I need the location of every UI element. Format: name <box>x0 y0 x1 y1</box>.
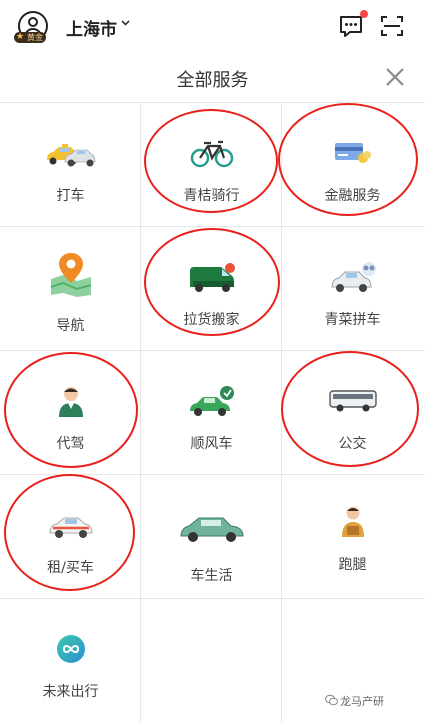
city-selector[interactable]: 上海市 <box>66 15 117 40</box>
service-label: 拉货搬家 <box>183 312 240 328</box>
service-label: 车生活 <box>190 568 233 584</box>
service-rent-buy-car[interactable]: 租/买车 <box>0 475 141 599</box>
service-label: 跑腿 <box>338 557 367 573</box>
wechat-icon <box>325 694 338 706</box>
service-label: 青桔骑行 <box>183 188 240 204</box>
service-label: 打车 <box>56 188 85 204</box>
delivery-van-icon <box>189 263 235 292</box>
message-icon[interactable] <box>339 14 363 38</box>
top-bar: ★ 黄金 上海市 <box>0 0 425 52</box>
service-future-mobility[interactable]: 未来出行 <box>0 599 141 722</box>
star-icon: ★ <box>16 32 25 42</box>
services-grid: 打车 青桔骑行 金融服务 导航 拉货搬家 青菜拼车 代驾 顺风车 公交 租/买车… <box>0 102 425 722</box>
watermark: 龙马产研 <box>340 695 384 708</box>
page-title: 全部服务 <box>176 70 249 91</box>
service-label: 租/买车 <box>47 560 94 576</box>
service-label: 未来出行 <box>42 684 99 700</box>
taxi-icon <box>46 144 95 167</box>
chevron-down-icon[interactable] <box>120 17 131 28</box>
service-bus[interactable]: 公交 <box>282 351 425 475</box>
service-label: 公交 <box>338 436 367 452</box>
errand-icon <box>341 506 364 537</box>
service-bike[interactable]: 青桔骑行 <box>141 103 282 227</box>
service-label: 金融服务 <box>324 188 381 204</box>
car-life-icon <box>179 517 244 542</box>
avatar-head <box>28 17 38 27</box>
hitch-car-icon <box>189 386 234 416</box>
service-moving[interactable]: 拉货搬家 <box>141 227 282 351</box>
service-errand[interactable]: 跑腿 <box>282 475 425 599</box>
service-label: 青菜拼车 <box>324 312 381 328</box>
member-badge: ★ 黄金 <box>14 32 46 43</box>
service-finance[interactable]: 金融服务 <box>282 103 425 227</box>
service-taxi[interactable]: 打车 <box>0 103 141 227</box>
map-pin-icon <box>50 253 91 297</box>
service-car-life[interactable]: 车生活 <box>141 475 282 599</box>
service-label: 顺风车 <box>190 436 233 452</box>
finance-card-icon <box>334 143 371 163</box>
notification-dot <box>360 10 368 18</box>
service-label: 代驾 <box>56 436 85 452</box>
future-mobility-icon <box>56 635 85 663</box>
empty-cell <box>141 599 282 722</box>
rental-car-icon <box>48 517 93 538</box>
service-carpool[interactable]: 青菜拼车 <box>282 227 425 351</box>
close-icon[interactable] <box>384 66 406 88</box>
service-chauffeur[interactable]: 代驾 <box>0 351 141 475</box>
chauffeur-icon <box>58 387 83 417</box>
service-label: 导航 <box>56 318 85 334</box>
carpool-icon <box>330 262 376 292</box>
scan-icon[interactable] <box>380 14 404 38</box>
member-badge-label: 黄金 <box>27 33 43 42</box>
bicycle-icon <box>190 140 233 168</box>
service-navigation[interactable]: 导航 <box>0 227 141 351</box>
service-hitch[interactable]: 顺风车 <box>141 351 282 475</box>
bus-icon <box>328 390 377 412</box>
